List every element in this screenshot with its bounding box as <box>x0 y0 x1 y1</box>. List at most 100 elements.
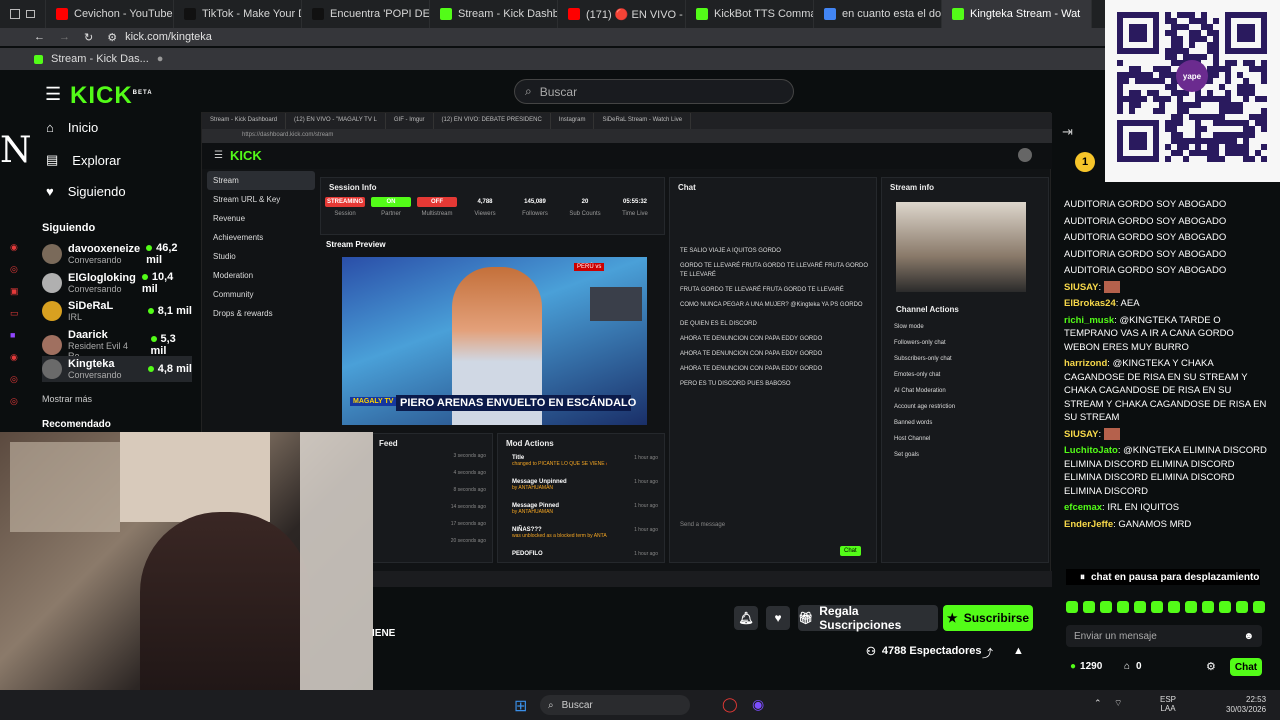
qr-module <box>1189 12 1195 18</box>
record-icon[interactable]: ◉ <box>10 236 22 258</box>
emote-icon[interactable] <box>1134 601 1146 613</box>
following-item[interactable]: ElGlogloking Conversando 10,4 mil <box>42 269 192 297</box>
taskbar-search[interactable]: ⌕ Buscar <box>540 695 690 715</box>
live-icon[interactable]: ◉ <box>10 346 22 368</box>
qr-module <box>1129 72 1135 78</box>
qr-module <box>1171 90 1177 96</box>
bolt-icon[interactable]: ◎ <box>10 368 22 390</box>
emote-icon[interactable] <box>1151 601 1163 613</box>
emote-icon[interactable] <box>1083 601 1095 613</box>
qr-module <box>1237 150 1243 156</box>
browser-tab[interactable]: (171) 🔴 EN VIVO - "MAG <box>558 0 686 28</box>
browser-tab[interactable]: Cevichon - YouTube <box>46 0 174 28</box>
chat-message-input[interactable]: Enviar un mensaje ☻ <box>1066 625 1262 647</box>
chat-username[interactable]: EnderJeffe <box>1064 519 1113 530</box>
tab-actions[interactable] <box>0 0 46 28</box>
nav-explore[interactable]: ▤ Explorar <box>46 152 121 168</box>
menu-icon[interactable]: ☰ <box>45 84 61 105</box>
chat-username[interactable]: SIUSAY <box>1064 429 1099 440</box>
chat-username[interactable]: harrizond <box>1064 358 1107 369</box>
browser-tab-label: Stream - Kick Dashboard <box>458 8 557 20</box>
channel-points[interactable]: ● 1290 <box>1070 661 1102 672</box>
user-icon[interactable]: ◎ <box>10 390 22 412</box>
bell-icon[interactable]: ◎ <box>10 258 22 280</box>
browser-tab-label: (171) 🔴 EN VIVO - "MAG <box>586 8 685 21</box>
nav-home[interactable]: ⌂ Inicio <box>46 120 98 135</box>
emote-icon[interactable] <box>1168 601 1180 613</box>
back-icon[interactable]: ← <box>34 31 45 43</box>
emote-icon[interactable] <box>1219 601 1231 613</box>
emote-icon[interactable] <box>1117 601 1129 613</box>
qr-module <box>1195 150 1201 156</box>
forward-icon[interactable]: → <box>59 31 70 43</box>
session-stat: 4,788 Viewers <box>463 197 507 217</box>
opera-icon[interactable]: ◯ <box>722 696 738 713</box>
chat-username[interactable]: ElBrokas24 <box>1064 298 1116 309</box>
emote-icon[interactable] <box>1100 601 1112 613</box>
chat-send-button[interactable]: Chat <box>1230 658 1262 676</box>
chat-username[interactable]: LuchitoJato <box>1064 445 1118 456</box>
emote-icon[interactable] <box>1185 601 1197 613</box>
camera-icon[interactable]: ▣ <box>10 280 22 302</box>
emote-icon[interactable] <box>1253 601 1265 613</box>
emote-icon[interactable] <box>1236 601 1248 613</box>
subscribe-button[interactable]: ★ Suscribirse <box>943 605 1033 631</box>
qr-module <box>1177 24 1183 30</box>
search-input[interactable]: ⌕ Buscar <box>514 79 794 104</box>
gift-subs-button[interactable]: 🎁︎ Regala Suscripciones <box>798 604 938 632</box>
kick-logo[interactable]: KICKBETA <box>70 82 153 110</box>
qr-module <box>1207 138 1213 144</box>
site-info-icon[interactable]: ⚙ <box>107 31 117 44</box>
emote-icon[interactable] <box>1202 601 1214 613</box>
tray-arrow-icon[interactable]: ⌃ <box>1094 698 1102 709</box>
clock[interactable]: 22:53 30/03/2026 <box>1226 695 1266 715</box>
qr-finder <box>1129 132 1147 150</box>
favicon-icon <box>184 8 196 20</box>
qr-module <box>1183 138 1189 144</box>
chat-username[interactable]: SIUSAY <box>1064 282 1099 293</box>
qr-module <box>1141 78 1147 84</box>
browser-tab[interactable]: en cuanto esta el dolar - E <box>814 0 942 28</box>
nav-following[interactable]: ♥ Siguiendo <box>46 184 126 199</box>
qr-module <box>1189 36 1195 42</box>
bookmark-item[interactable]: Stream - Kick Das... <box>51 53 149 65</box>
collapse-icon[interactable]: ⇥ <box>1062 124 1073 140</box>
chat-username[interactable]: richi_musk <box>1064 315 1114 326</box>
browser-tab[interactable]: Kingteka Stream - Wat <box>942 0 1092 28</box>
qr-module <box>1231 60 1237 66</box>
url-text[interactable]: kick.com/kingteka <box>125 31 212 43</box>
report-icon[interactable]: ▲ <box>1013 645 1024 657</box>
qr-module <box>1177 102 1183 108</box>
qr-module <box>1195 18 1201 24</box>
language-indicator[interactable]: ESP LAA <box>1160 695 1176 713</box>
network-icon[interactable]: ⌔ <box>1114 698 1122 709</box>
discord-icon[interactable]: ◉ <box>752 696 764 713</box>
chat-settings-icon[interactable]: ⚙ <box>1206 660 1216 673</box>
feed-time: 17 seconds ago <box>450 521 486 527</box>
browser-tab[interactable]: TikTok - Make Your Day <box>174 0 302 28</box>
chat-paused-banner[interactable]: ⏸ chat en pausa para desplazamiento <box>1066 569 1260 585</box>
share-icon[interactable]: ⤴ <box>982 645 993 661</box>
following-item[interactable]: SiDeRaL IRL 8,1 mil <box>42 298 192 324</box>
windows-start-icon[interactable]: ⊞ <box>514 696 527 716</box>
chat-username[interactable]: efcemax <box>1064 502 1102 513</box>
twitch-icon[interactable]: ■ <box>10 324 22 346</box>
following-item[interactable]: Kingteka Conversando 4,8 mil <box>42 356 192 382</box>
browser-tab[interactable]: Stream - Kick Dashboard <box>430 0 558 28</box>
browser-tab[interactable]: Encuentra 'POPI DEBATE' <box>302 0 430 28</box>
gift-count[interactable]: ⌂ 0 <box>1124 661 1142 672</box>
following-item[interactable]: davooxeneize Conversando 46,2 mil <box>42 240 192 268</box>
tv-icon[interactable]: ▭ <box>10 302 22 324</box>
app-icon[interactable] <box>694 696 712 714</box>
extension-icon[interactable]: ● <box>157 53 164 65</box>
reload-icon[interactable]: ↻ <box>84 31 93 44</box>
emote-icon[interactable] <box>1066 601 1078 613</box>
emoji-icon[interactable]: ☻ <box>1243 631 1254 642</box>
follow-button[interactable]: ♥ <box>766 606 790 630</box>
notifications-button[interactable]: 🔔︎ <box>734 606 758 630</box>
dashboard-nav-item: Community <box>213 290 254 299</box>
qr-module <box>1225 132 1231 138</box>
grid-icon <box>10 9 20 19</box>
browser-tab[interactable]: KickBot TTS Commands <box>686 0 814 28</box>
show-more-link[interactable]: Mostrar más <box>42 394 92 404</box>
